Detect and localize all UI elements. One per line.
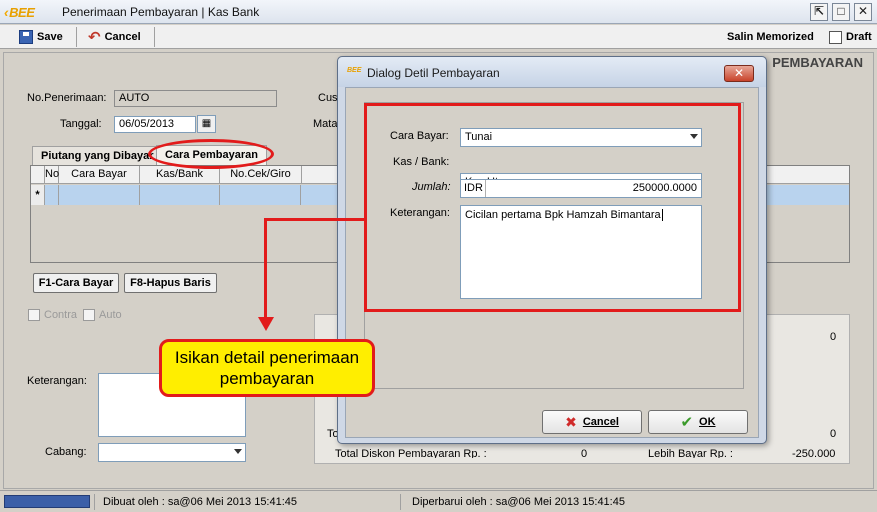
dialog-titlebar: BEE Dialog Detil Pembayaran ✕ bbox=[338, 57, 766, 87]
dialog-ok-button[interactable]: ✔ OK bbox=[648, 410, 748, 434]
no-penerimaan-field: AUTO bbox=[114, 90, 277, 107]
annotation-callout: Isikan detail penerimaan pembayaran bbox=[159, 339, 375, 397]
dialog-cancel-label: Cancel bbox=[582, 416, 619, 428]
tab-piutang-dibayar[interactable]: Piutang yang Dibayar bbox=[32, 146, 163, 165]
grid-col-no-cek-giro[interactable]: No.Cek/Giro bbox=[220, 166, 302, 184]
calendar-icon[interactable]: ▦ bbox=[197, 115, 216, 133]
maximize-window-icon[interactable]: □ bbox=[832, 3, 850, 21]
cancel-button[interactable]: ↶ Cancel bbox=[88, 28, 141, 46]
grid-cell[interactable] bbox=[139, 185, 220, 205]
tab-highlight-ellipse bbox=[148, 139, 274, 169]
bee-logo: ‹BEE bbox=[4, 4, 35, 20]
status-bar: Dibuat oleh : sa@06 Mei 2013 15:41:45 Di… bbox=[0, 490, 877, 512]
logo-text: BEE bbox=[9, 5, 35, 20]
form-header-title: PEMBAYARAN bbox=[772, 55, 863, 70]
summary-value-top: 0 bbox=[830, 331, 837, 343]
annotation-connector bbox=[264, 218, 267, 320]
toolbar: Save ↶ Cancel Salin Memorized Draft bbox=[0, 25, 877, 49]
close-window-icon[interactable]: ✕ bbox=[854, 3, 872, 21]
undo-arrow-icon: ↶ bbox=[88, 29, 101, 46]
annotation-connector bbox=[264, 218, 366, 221]
lebih-bayar-value: -250.000 bbox=[792, 448, 836, 460]
created-by-text: Dibuat oleh : sa@06 Mei 2013 15:41:45 bbox=[103, 496, 298, 508]
row-indicator: * bbox=[31, 185, 45, 205]
status-progress bbox=[4, 495, 90, 508]
total-diskon-value: 0 bbox=[581, 448, 588, 458]
dialog-title: Dialog Detil Pembayaran bbox=[367, 66, 500, 80]
dialog-ok-label: OK bbox=[699, 416, 716, 428]
cabang-label: Cabang: bbox=[45, 446, 87, 458]
updated-by-text: Diperbarui oleh : sa@06 Mei 2013 15:41:4… bbox=[412, 496, 625, 508]
tanggal-input[interactable]: 06/05/2013 bbox=[114, 116, 196, 133]
toolbar-separator bbox=[76, 27, 77, 47]
save-label: Save bbox=[37, 31, 63, 43]
salin-memorized-button[interactable]: Salin Memorized bbox=[727, 28, 814, 46]
summary-value-mid: 0 bbox=[830, 428, 837, 440]
f1-cara-bayar-button[interactable]: F1-Cara Bayar bbox=[33, 273, 119, 293]
contra-label: Contra bbox=[44, 309, 78, 321]
cancel-label: Cancel bbox=[104, 31, 141, 43]
grid-cell[interactable] bbox=[58, 185, 140, 205]
dialog-close-icon[interactable]: ✕ bbox=[724, 65, 754, 82]
save-button[interactable]: Save bbox=[19, 28, 63, 46]
draft-label: Draft bbox=[846, 31, 872, 43]
dialog-fields-highlight bbox=[364, 103, 741, 312]
status-separator bbox=[94, 494, 95, 510]
contra-checkbox[interactable] bbox=[28, 309, 40, 321]
auto-label: Auto bbox=[99, 309, 122, 321]
tanggal-label: Tanggal: bbox=[60, 118, 102, 130]
toolbar-separator bbox=[154, 27, 155, 47]
draft-checkbox[interactable] bbox=[829, 30, 842, 44]
grid-cell[interactable] bbox=[219, 185, 302, 205]
window-titlebar: ‹BEE Penerimaan Pembayaran | Kas Bank ⇱ … bbox=[0, 0, 877, 24]
draft-toggle[interactable]: Draft bbox=[829, 28, 872, 46]
status-separator bbox=[400, 494, 401, 510]
save-disk-icon bbox=[19, 30, 33, 44]
check-icon: ✔ bbox=[680, 414, 694, 431]
mata-uang-label: Mata bbox=[313, 118, 338, 130]
grid-cell[interactable] bbox=[44, 185, 59, 205]
dialog-cancel-button[interactable]: ✖ Cancel bbox=[542, 410, 642, 434]
cancel-x-icon: ✖ bbox=[565, 413, 577, 430]
grid-col-no[interactable]: No bbox=[45, 166, 59, 184]
total-diskon-label: Total Diskon Pembayaran Rp. : bbox=[335, 448, 487, 458]
f8-hapus-baris-button[interactable]: F8-Hapus Baris bbox=[124, 273, 217, 293]
cabang-select[interactable] bbox=[98, 443, 246, 462]
auto-checkbox[interactable] bbox=[83, 309, 95, 321]
no-penerimaan-label: No.Penerimaan: bbox=[27, 92, 107, 104]
grid-col-cara-bayar[interactable]: Cara Bayar bbox=[59, 166, 140, 184]
keterangan-label: Keterangan: bbox=[27, 375, 87, 387]
window-title: Penerimaan Pembayaran | Kas Bank bbox=[62, 5, 260, 19]
grid-header-indicator bbox=[31, 166, 45, 184]
lebih-bayar-label: Lebih Bayar Rp. : bbox=[648, 448, 733, 458]
annotation-arrow-icon bbox=[258, 317, 274, 331]
restore-window-icon[interactable]: ⇱ bbox=[810, 3, 828, 21]
bee-icon: BEE bbox=[347, 67, 362, 74]
customer-label: Cus bbox=[318, 92, 338, 104]
back-chevron-icon[interactable]: ‹ bbox=[4, 4, 9, 20]
chevron-down-icon bbox=[234, 449, 242, 454]
